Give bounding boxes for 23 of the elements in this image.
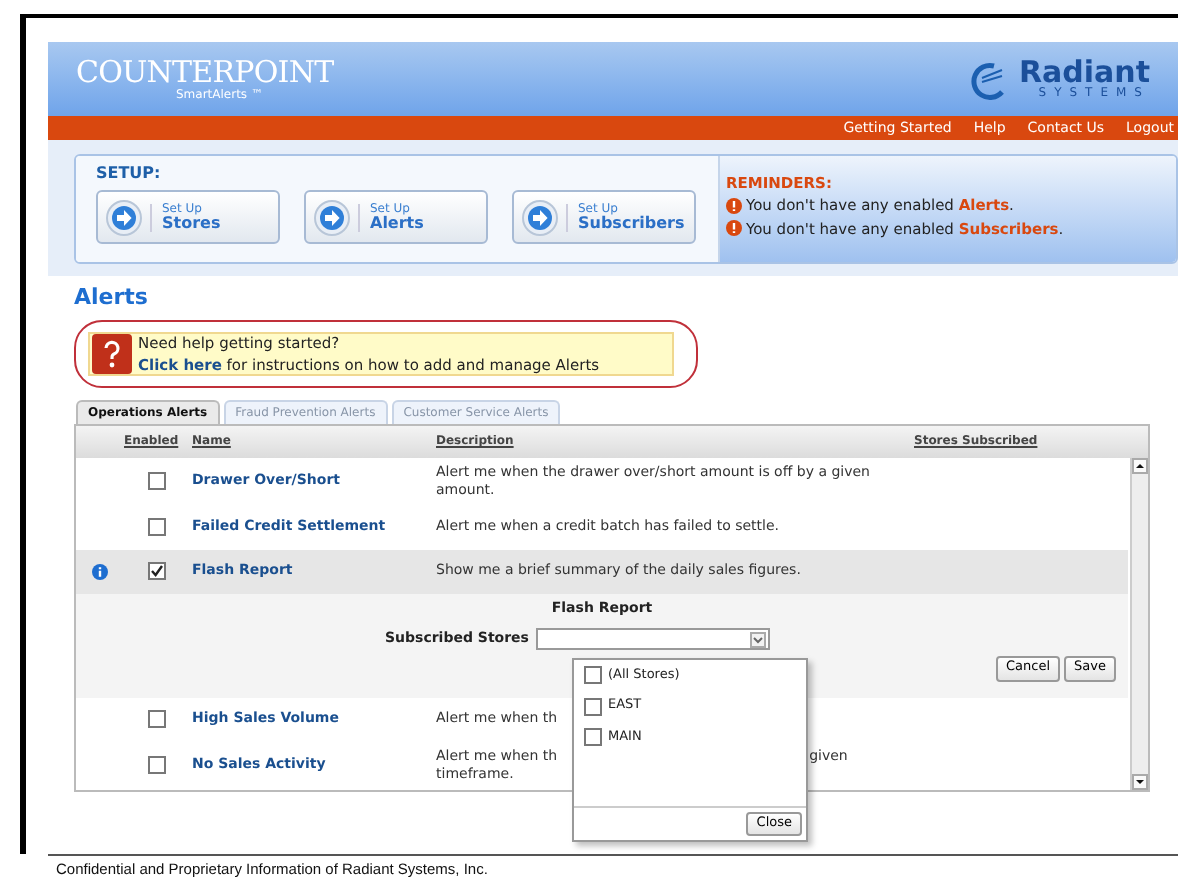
logo: COUNTERPOINT xyxy=(76,57,334,87)
scrollbar[interactable] xyxy=(1130,457,1148,789)
checkbox[interactable] xyxy=(148,472,166,490)
scroll-up-icon[interactable] xyxy=(1132,457,1148,473)
checkbox[interactable] xyxy=(584,697,602,716)
alert-icon xyxy=(726,220,742,237)
stores-select[interactable] xyxy=(536,628,771,650)
alert-icon xyxy=(726,197,742,214)
arrow-right-icon xyxy=(522,199,558,235)
checkbox[interactable] xyxy=(148,710,166,728)
checkbox[interactable] xyxy=(584,728,602,747)
page-title: Alerts xyxy=(74,282,150,314)
scroll-down-icon[interactable] xyxy=(1132,773,1148,789)
brand-name: Radiant xyxy=(1018,58,1150,88)
setup-heading: SETUP: xyxy=(96,162,163,186)
checkbox[interactable] xyxy=(148,518,166,536)
checkbox[interactable] xyxy=(584,665,602,684)
arrow-right-icon xyxy=(106,199,142,235)
arrow-right-icon xyxy=(314,199,350,235)
chevron-down-icon xyxy=(750,631,767,647)
checkbox[interactable] xyxy=(148,756,166,774)
question-icon xyxy=(92,333,132,373)
checkbox[interactable] xyxy=(148,562,166,580)
